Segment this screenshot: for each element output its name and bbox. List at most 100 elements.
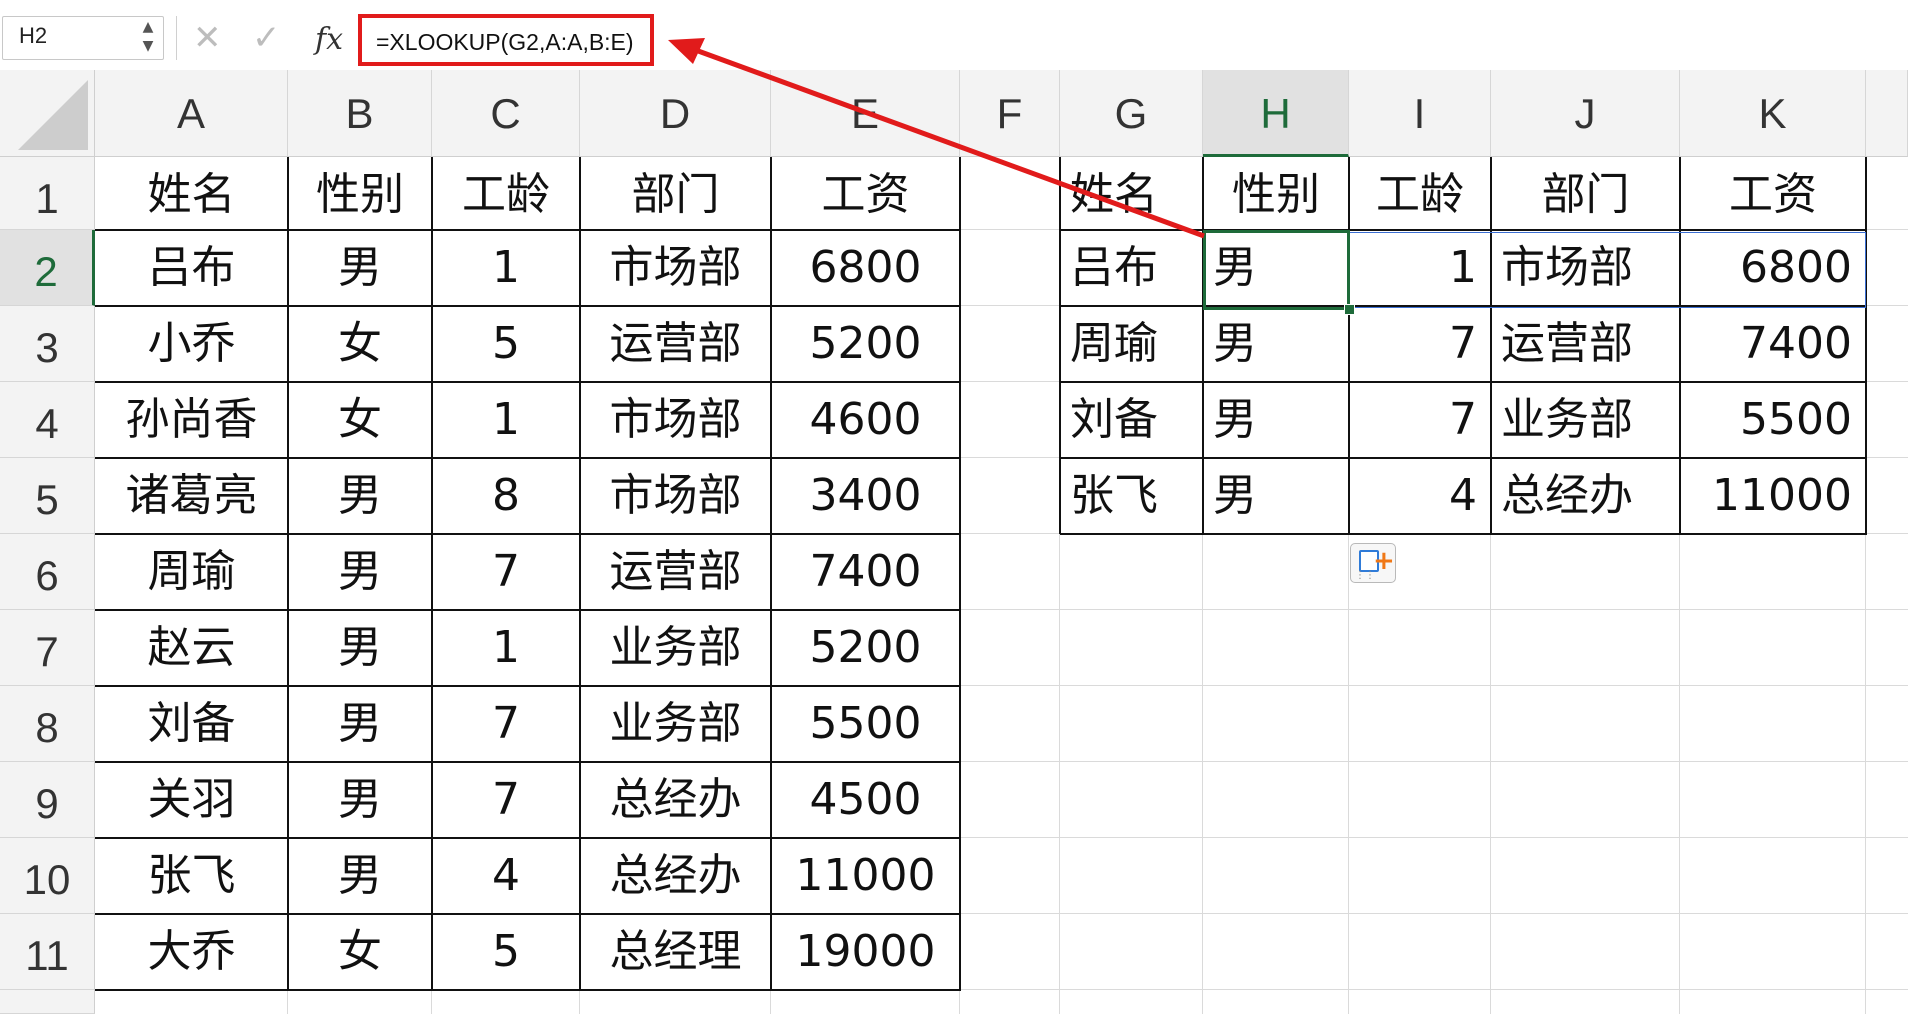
row-header-1[interactable]: 1 [0, 157, 95, 230]
lookup-cell[interactable]: 张飞 [1060, 458, 1203, 534]
stepper-up-icon[interactable]: ▲ [139, 19, 157, 38]
source-cell[interactable]: 7 [432, 686, 580, 762]
stepper-down-icon[interactable]: ▼ [139, 38, 157, 57]
source-cell[interactable]: 5500 [771, 686, 960, 762]
source-cell[interactable]: 小乔 [95, 306, 288, 382]
lookup-cell[interactable]: 4 [1349, 458, 1491, 534]
row-header-2[interactable]: 2 [0, 230, 95, 306]
fill-handle[interactable] [1344, 304, 1355, 315]
lookup-cell[interactable]: 吕布 [1060, 230, 1203, 306]
source-cell[interactable]: 女 [288, 914, 432, 990]
source-cell[interactable]: 刘备 [95, 686, 288, 762]
source-cell[interactable]: 男 [288, 610, 432, 686]
column-header-i[interactable]: I [1349, 70, 1491, 157]
source-cell[interactable]: 1 [432, 610, 580, 686]
name-box[interactable]: H2 ▲ ▼ [2, 16, 164, 60]
source-cell[interactable]: 总经办 [580, 762, 771, 838]
column-header-b[interactable]: B [288, 70, 432, 157]
source-cell[interactable]: 男 [288, 762, 432, 838]
source-cell[interactable]: 女 [288, 306, 432, 382]
source-cell[interactable]: 7400 [771, 534, 960, 610]
row-header-10[interactable]: 10 [0, 838, 95, 914]
lookup-header-cell[interactable]: 工龄 [1349, 157, 1491, 230]
source-cell[interactable]: 7 [432, 762, 580, 838]
source-cell[interactable]: 6800 [771, 230, 960, 306]
source-cell[interactable]: 19000 [771, 914, 960, 990]
source-header-cell[interactable]: 工龄 [432, 157, 580, 230]
source-cell[interactable]: 5200 [771, 610, 960, 686]
source-cell[interactable]: 大乔 [95, 914, 288, 990]
active-cell-border[interactable] [1203, 230, 1350, 310]
row-header-9[interactable]: 9 [0, 762, 95, 838]
source-cell[interactable]: 运营部 [580, 306, 771, 382]
row-header-6[interactable]: 6 [0, 534, 95, 610]
lookup-cell[interactable]: 男 [1203, 382, 1349, 458]
lookup-cell[interactable]: 男 [1203, 458, 1349, 534]
column-header-c[interactable]: C [432, 70, 580, 157]
row-header-7[interactable]: 7 [0, 610, 95, 686]
source-cell[interactable]: 运营部 [580, 534, 771, 610]
source-cell[interactable]: 男 [288, 686, 432, 762]
source-cell[interactable]: 5 [432, 306, 580, 382]
lookup-header-cell[interactable]: 姓名 [1060, 157, 1203, 230]
source-cell[interactable]: 吕布 [95, 230, 288, 306]
source-cell[interactable]: 7 [432, 534, 580, 610]
lookup-header-cell[interactable]: 工资 [1680, 157, 1866, 230]
lookup-cell[interactable]: 刘备 [1060, 382, 1203, 458]
formula-input[interactable]: =XLOOKUP(G2,A:A,B:E) [358, 14, 654, 66]
source-cell[interactable]: 男 [288, 838, 432, 914]
lookup-cell[interactable]: 业务部 [1491, 382, 1680, 458]
column-header-k[interactable]: K [1680, 70, 1866, 157]
column-header-h[interactable]: H [1203, 70, 1349, 157]
source-cell[interactable]: 8 [432, 458, 580, 534]
name-box-stepper-icon[interactable]: ▲ ▼ [139, 19, 157, 57]
source-cell[interactable]: 赵云 [95, 610, 288, 686]
source-header-cell[interactable]: 性别 [288, 157, 432, 230]
lookup-cell[interactable]: 7400 [1680, 306, 1866, 382]
lookup-cell[interactable]: 11000 [1680, 458, 1866, 534]
lookup-cell[interactable]: 运营部 [1491, 306, 1680, 382]
row-header-3[interactable]: 3 [0, 306, 95, 382]
lookup-cell[interactable]: 7 [1349, 306, 1491, 382]
column-header-a[interactable]: A [95, 70, 288, 157]
source-cell[interactable]: 1 [432, 230, 580, 306]
source-cell[interactable]: 关羽 [95, 762, 288, 838]
lookup-cell[interactable]: 5500 [1680, 382, 1866, 458]
source-cell[interactable]: 孙尚香 [95, 382, 288, 458]
source-cell[interactable]: 市场部 [580, 458, 771, 534]
confirm-icon[interactable]: ✓ [252, 18, 281, 58]
source-cell[interactable]: 业务部 [580, 686, 771, 762]
column-header-d[interactable]: D [580, 70, 771, 157]
source-cell[interactable]: 女 [288, 382, 432, 458]
source-cell[interactable]: 诸葛亮 [95, 458, 288, 534]
fx-icon[interactable]: fx [315, 20, 343, 60]
row-header-11[interactable]: 11 [0, 914, 95, 990]
source-cell[interactable]: 4 [432, 838, 580, 914]
source-cell[interactable]: 4500 [771, 762, 960, 838]
cancel-icon[interactable]: ✕ [193, 18, 222, 58]
lookup-cell[interactable]: 7 [1349, 382, 1491, 458]
source-cell[interactable]: 男 [288, 458, 432, 534]
row-header-8[interactable]: 8 [0, 686, 95, 762]
select-all-button[interactable] [0, 70, 95, 157]
source-cell[interactable]: 周瑜 [95, 534, 288, 610]
source-header-cell[interactable]: 部门 [580, 157, 771, 230]
source-header-cell[interactable]: 姓名 [95, 157, 288, 230]
row-header-4[interactable]: 4 [0, 382, 95, 458]
paste-options-button[interactable]: + ⋮⋮ [1350, 543, 1396, 583]
column-header-j[interactable]: J [1491, 70, 1680, 157]
source-cell[interactable]: 5 [432, 914, 580, 990]
source-cell[interactable]: 市场部 [580, 230, 771, 306]
source-cell[interactable]: 3400 [771, 458, 960, 534]
source-cell[interactable]: 总经理 [580, 914, 771, 990]
source-cell[interactable]: 1 [432, 382, 580, 458]
column-header-g[interactable]: G [1060, 70, 1203, 157]
source-cell[interactable]: 11000 [771, 838, 960, 914]
source-cell[interactable]: 市场部 [580, 382, 771, 458]
lookup-cell[interactable]: 男 [1203, 306, 1349, 382]
lookup-cell[interactable]: 周瑜 [1060, 306, 1203, 382]
source-cell[interactable]: 男 [288, 534, 432, 610]
source-cell[interactable]: 5200 [771, 306, 960, 382]
source-header-cell[interactable]: 工资 [771, 157, 960, 230]
column-header-f[interactable]: F [960, 70, 1060, 157]
